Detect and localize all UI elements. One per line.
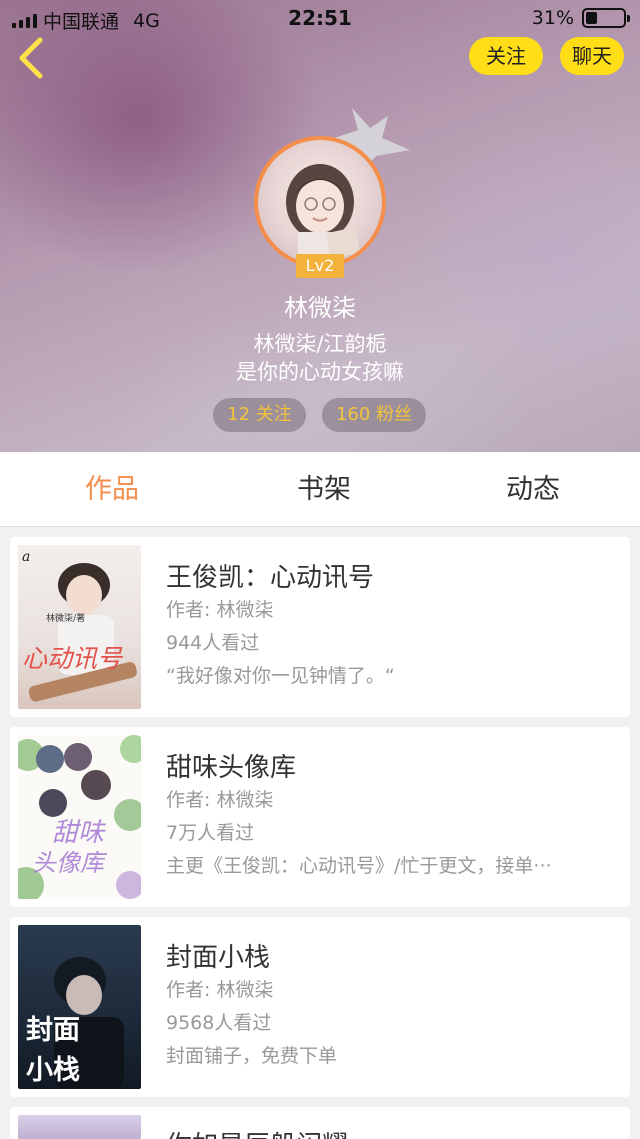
level-badge: Lv2 [296,254,344,278]
chat-button[interactable]: 聊天 [560,37,624,75]
book-views: 9568人看过 [166,1012,272,1034]
tab-works[interactable]: 作品 [32,452,192,527]
tab-feed[interactable]: 动态 [453,452,613,527]
book-views: 944人看过 [166,632,260,654]
battery-percent: 31% [531,7,574,29]
book-cover-art: a 林微柒/著 心动讯号 [22,549,137,702]
profile-header: 中国联通 4G 22:51 31% 关注 聊天 Lv2 林微柒 林微柒/江韵栀 … [0,0,640,452]
book-card[interactable]: a 林微柒/著 心动讯号 王俊凯：心动讯号 作者: 林微柒 944人看过 “我好… [10,537,630,717]
tab-bookshelf[interactable]: 书架 [244,452,404,527]
cover-corner-text: a [22,549,30,565]
book-cover-art: 甜味 头像库 [18,735,141,899]
book-description: 封面铺子，免费下单 [166,1045,338,1067]
book-title: 甜味头像库 [166,753,297,783]
book-card[interactable]: 封面 小栈 封面小栈 作者: 林微柒 9568人看过 封面铺子，免费下单 [10,917,630,1097]
follow-button[interactable]: 关注 [469,37,543,75]
book-author: 作者: 林微柒 [166,599,274,621]
book-title: 你如星辰般闪耀 [166,1125,348,1139]
avatar[interactable] [254,136,386,268]
book-author: 作者: 林微柒 [166,789,274,811]
battery-fill [586,12,598,24]
battery-icon [582,8,630,28]
book-cover[interactable]: 甜味 头像库 [18,735,141,899]
cover-title-text-2: 头像库 [32,849,108,877]
book-title: 王俊凯：心动讯号 [166,563,375,593]
bio-line-1: 林微柒/江韵栀 [253,332,387,356]
back-button[interactable] [14,36,50,80]
avatar-image [286,164,361,264]
book-title: 封面小栈 [166,943,271,973]
bio-line-2: 是你的心动女孩嘛 [236,360,404,384]
bio: 林微柒/江韵栀 是你的心动女孩嘛 [0,330,640,386]
username: 林微柒 [284,294,356,322]
book-cover[interactable]: a 林微柒/著 心动讯号 [18,545,141,709]
status-bar: 中国联通 4G 22:51 31% [0,0,640,36]
book-cover[interactable] [18,1115,141,1139]
cover-title-text: 封面 [26,1015,80,1046]
status-right: 31% [531,7,630,29]
tab-bar: 作品 书架 动态 [0,452,640,527]
book-author: 作者: 林微柒 [166,979,274,1001]
book-description: 主更《王俊凯：心动讯号》/忙于更文，接单··· [166,855,552,877]
book-cover[interactable]: 封面 小栈 [18,925,141,1089]
book-card[interactable]: 你如星辰般闪耀 [10,1107,630,1139]
book-cover-art: 封面 小栈 [26,957,124,1089]
fans-count-button[interactable]: 160 粉丝 [322,398,426,432]
cover-title-text: 甜味 [52,818,107,848]
book-views: 7万人看过 [166,822,255,844]
cover-title-text: 心动讯号 [22,644,124,673]
book-card[interactable]: 甜味 头像库 甜味头像库 作者: 林微柒 7万人看过 主更《王俊凯：心动讯号》/… [10,727,630,907]
following-count-button[interactable]: 12 关注 [213,398,306,432]
book-description: “我好像对你一见钟情了。“ [166,665,395,687]
cover-author-text: 林微柒/著 [46,612,85,624]
chevron-left-icon [19,37,43,79]
cover-title-text-2: 小栈 [26,1055,80,1086]
